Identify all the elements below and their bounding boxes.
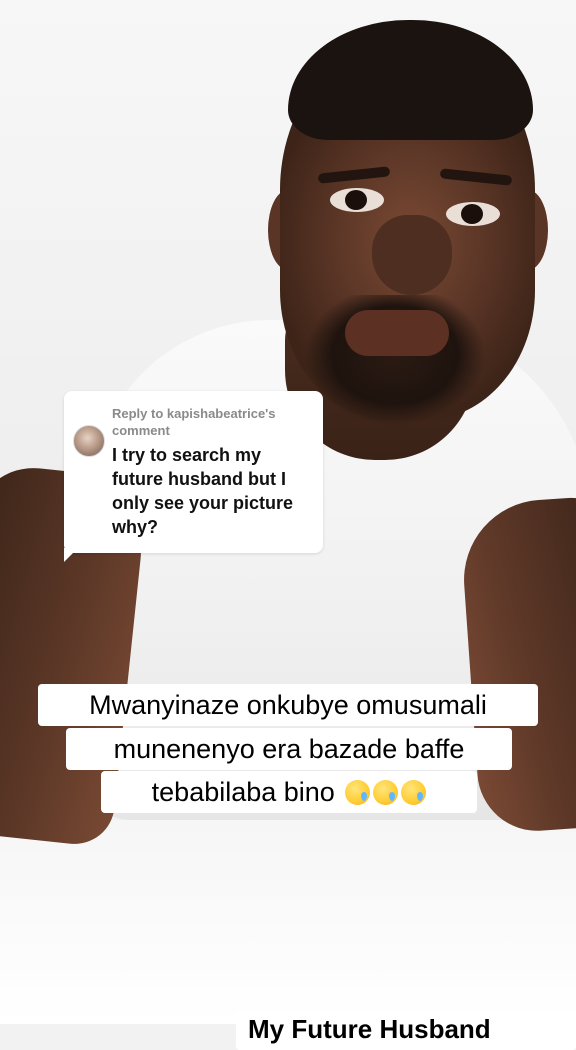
reply-comment-card[interactable]: Reply to kapishabeatrice's comment I try… [64,391,323,553]
caption-line-3-text: tebabilaba bino [151,777,335,807]
lips [345,310,449,356]
face-holding-back-tears-icon [345,780,371,805]
right-eye [446,202,500,226]
caption-line-1: Mwanyinaze onkubye omusumali [38,684,538,726]
face-holding-back-tears-icon [401,780,427,805]
bottom-label: My Future Husband [236,1010,576,1050]
commenter-avatar[interactable] [73,425,105,457]
hair [288,20,533,140]
face-holding-back-tears-icon [373,780,399,805]
caption-line-3: tebabilaba bino [101,771,477,813]
caption-line-2: munenenyo era bazade baffe [66,728,512,770]
reply-comment-text: I try to search my future husband but I … [112,445,294,537]
reply-header: Reply to kapishabeatrice's comment [112,406,276,438]
table-surface [0,820,576,1024]
left-eye [330,188,384,212]
reply-card-tail [64,548,78,562]
nose [372,215,452,295]
